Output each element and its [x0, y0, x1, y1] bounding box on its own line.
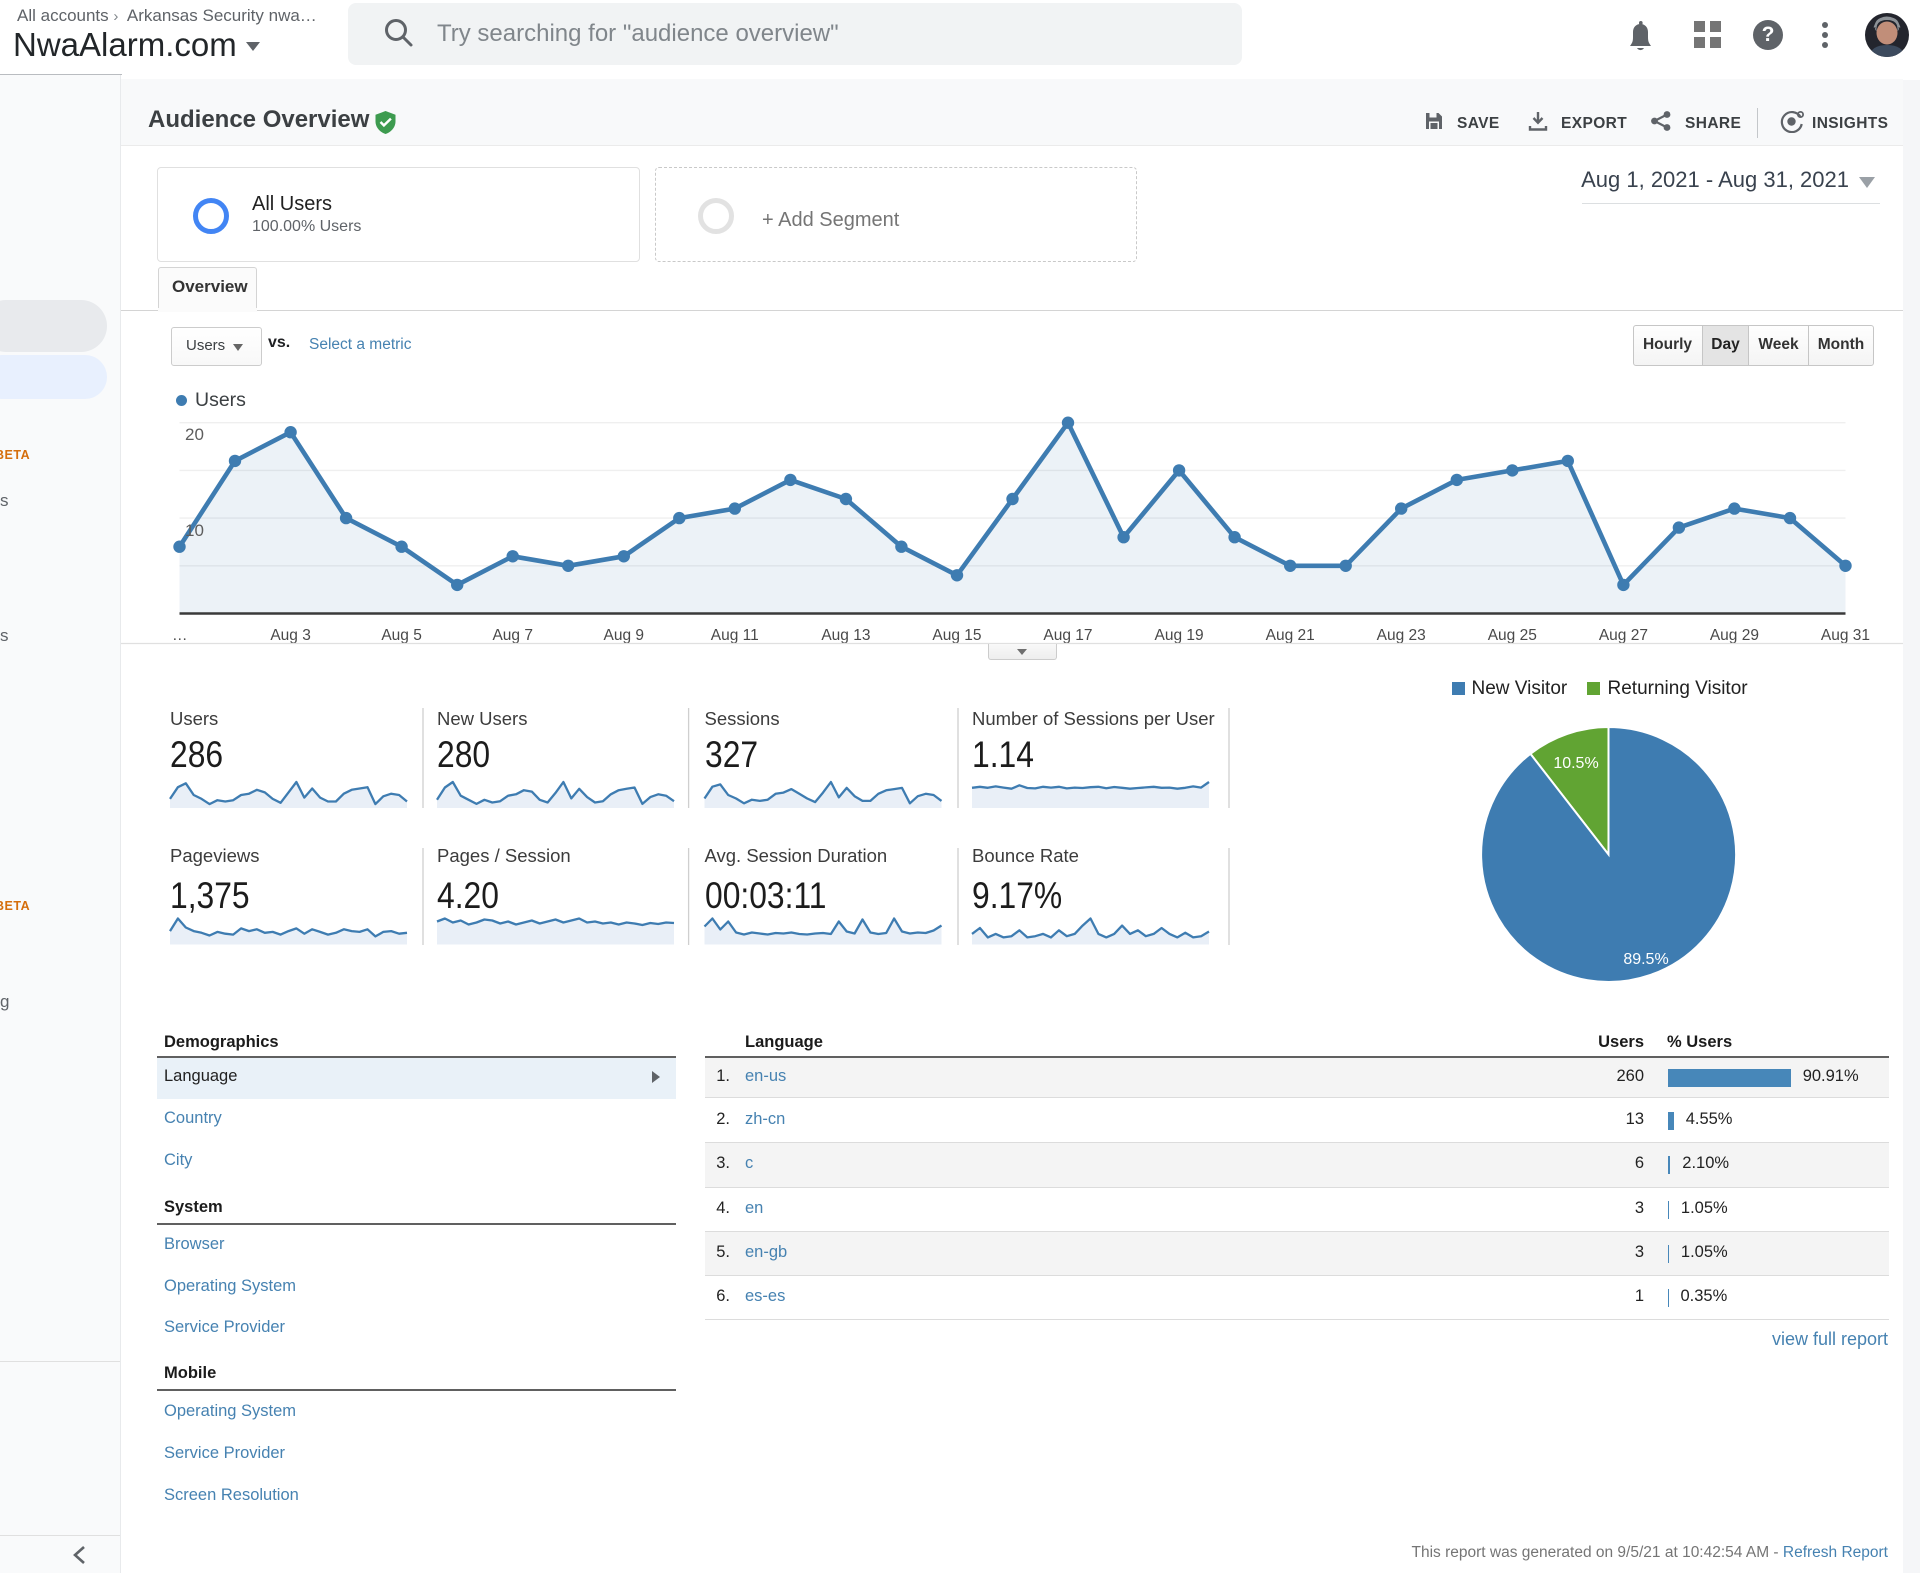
svg-text:Aug 7: Aug 7 — [492, 627, 533, 644]
svg-text:10: 10 — [185, 521, 204, 540]
svg-text:…: … — [172, 627, 188, 644]
svg-text:Aug 29: Aug 29 — [1710, 627, 1759, 644]
svg-text:10.5%: 10.5% — [1553, 755, 1598, 772]
svg-text:Aug 31: Aug 31 — [1821, 627, 1870, 644]
svg-text:Aug 17: Aug 17 — [1043, 627, 1092, 644]
svg-text:Aug 15: Aug 15 — [932, 627, 981, 644]
svg-text:Aug 25: Aug 25 — [1488, 627, 1537, 644]
svg-text:Aug 11: Aug 11 — [711, 627, 759, 644]
svg-text:Aug 19: Aug 19 — [1155, 627, 1204, 644]
svg-text:Aug 23: Aug 23 — [1377, 627, 1426, 644]
svg-text:Aug 9: Aug 9 — [604, 627, 645, 644]
svg-text:Aug 27: Aug 27 — [1599, 627, 1648, 644]
svg-text:89.5%: 89.5% — [1623, 951, 1668, 968]
svg-text:Aug 3: Aug 3 — [270, 627, 311, 644]
svg-text:Aug 13: Aug 13 — [821, 627, 870, 644]
svg-text:20: 20 — [185, 425, 204, 444]
svg-text:Aug 21: Aug 21 — [1266, 627, 1315, 644]
svg-text:Aug 5: Aug 5 — [381, 627, 422, 644]
